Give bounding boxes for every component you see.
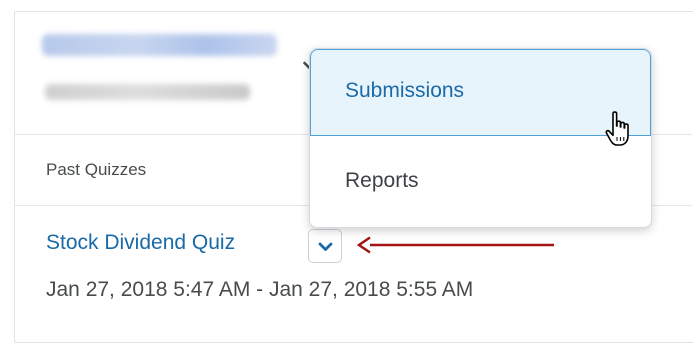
menu-item-reports[interactable]: Reports [310,139,651,226]
redacted-quiz-title[interactable] [42,34,277,56]
quiz-context-menu-button[interactable] [308,229,342,263]
menu-item-submissions[interactable]: Submissions [310,49,651,136]
chevron-down-icon [318,242,333,251]
context-menu: Submissions Reports [309,48,652,228]
menu-item-label: Reports [345,169,419,192]
hand-cursor-icon [605,111,629,146]
quiz-title-link[interactable]: Stock Dividend Quiz [46,231,235,255]
redacted-availability [45,84,250,100]
section-header: Past Quizzes [46,160,147,179]
quiz-date-range: Jan 27, 2018 5:47 AM - Jan 27, 2018 5:55… [46,278,474,301]
red-arrow-icon [356,236,554,254]
menu-item-label: Submissions [345,79,465,102]
